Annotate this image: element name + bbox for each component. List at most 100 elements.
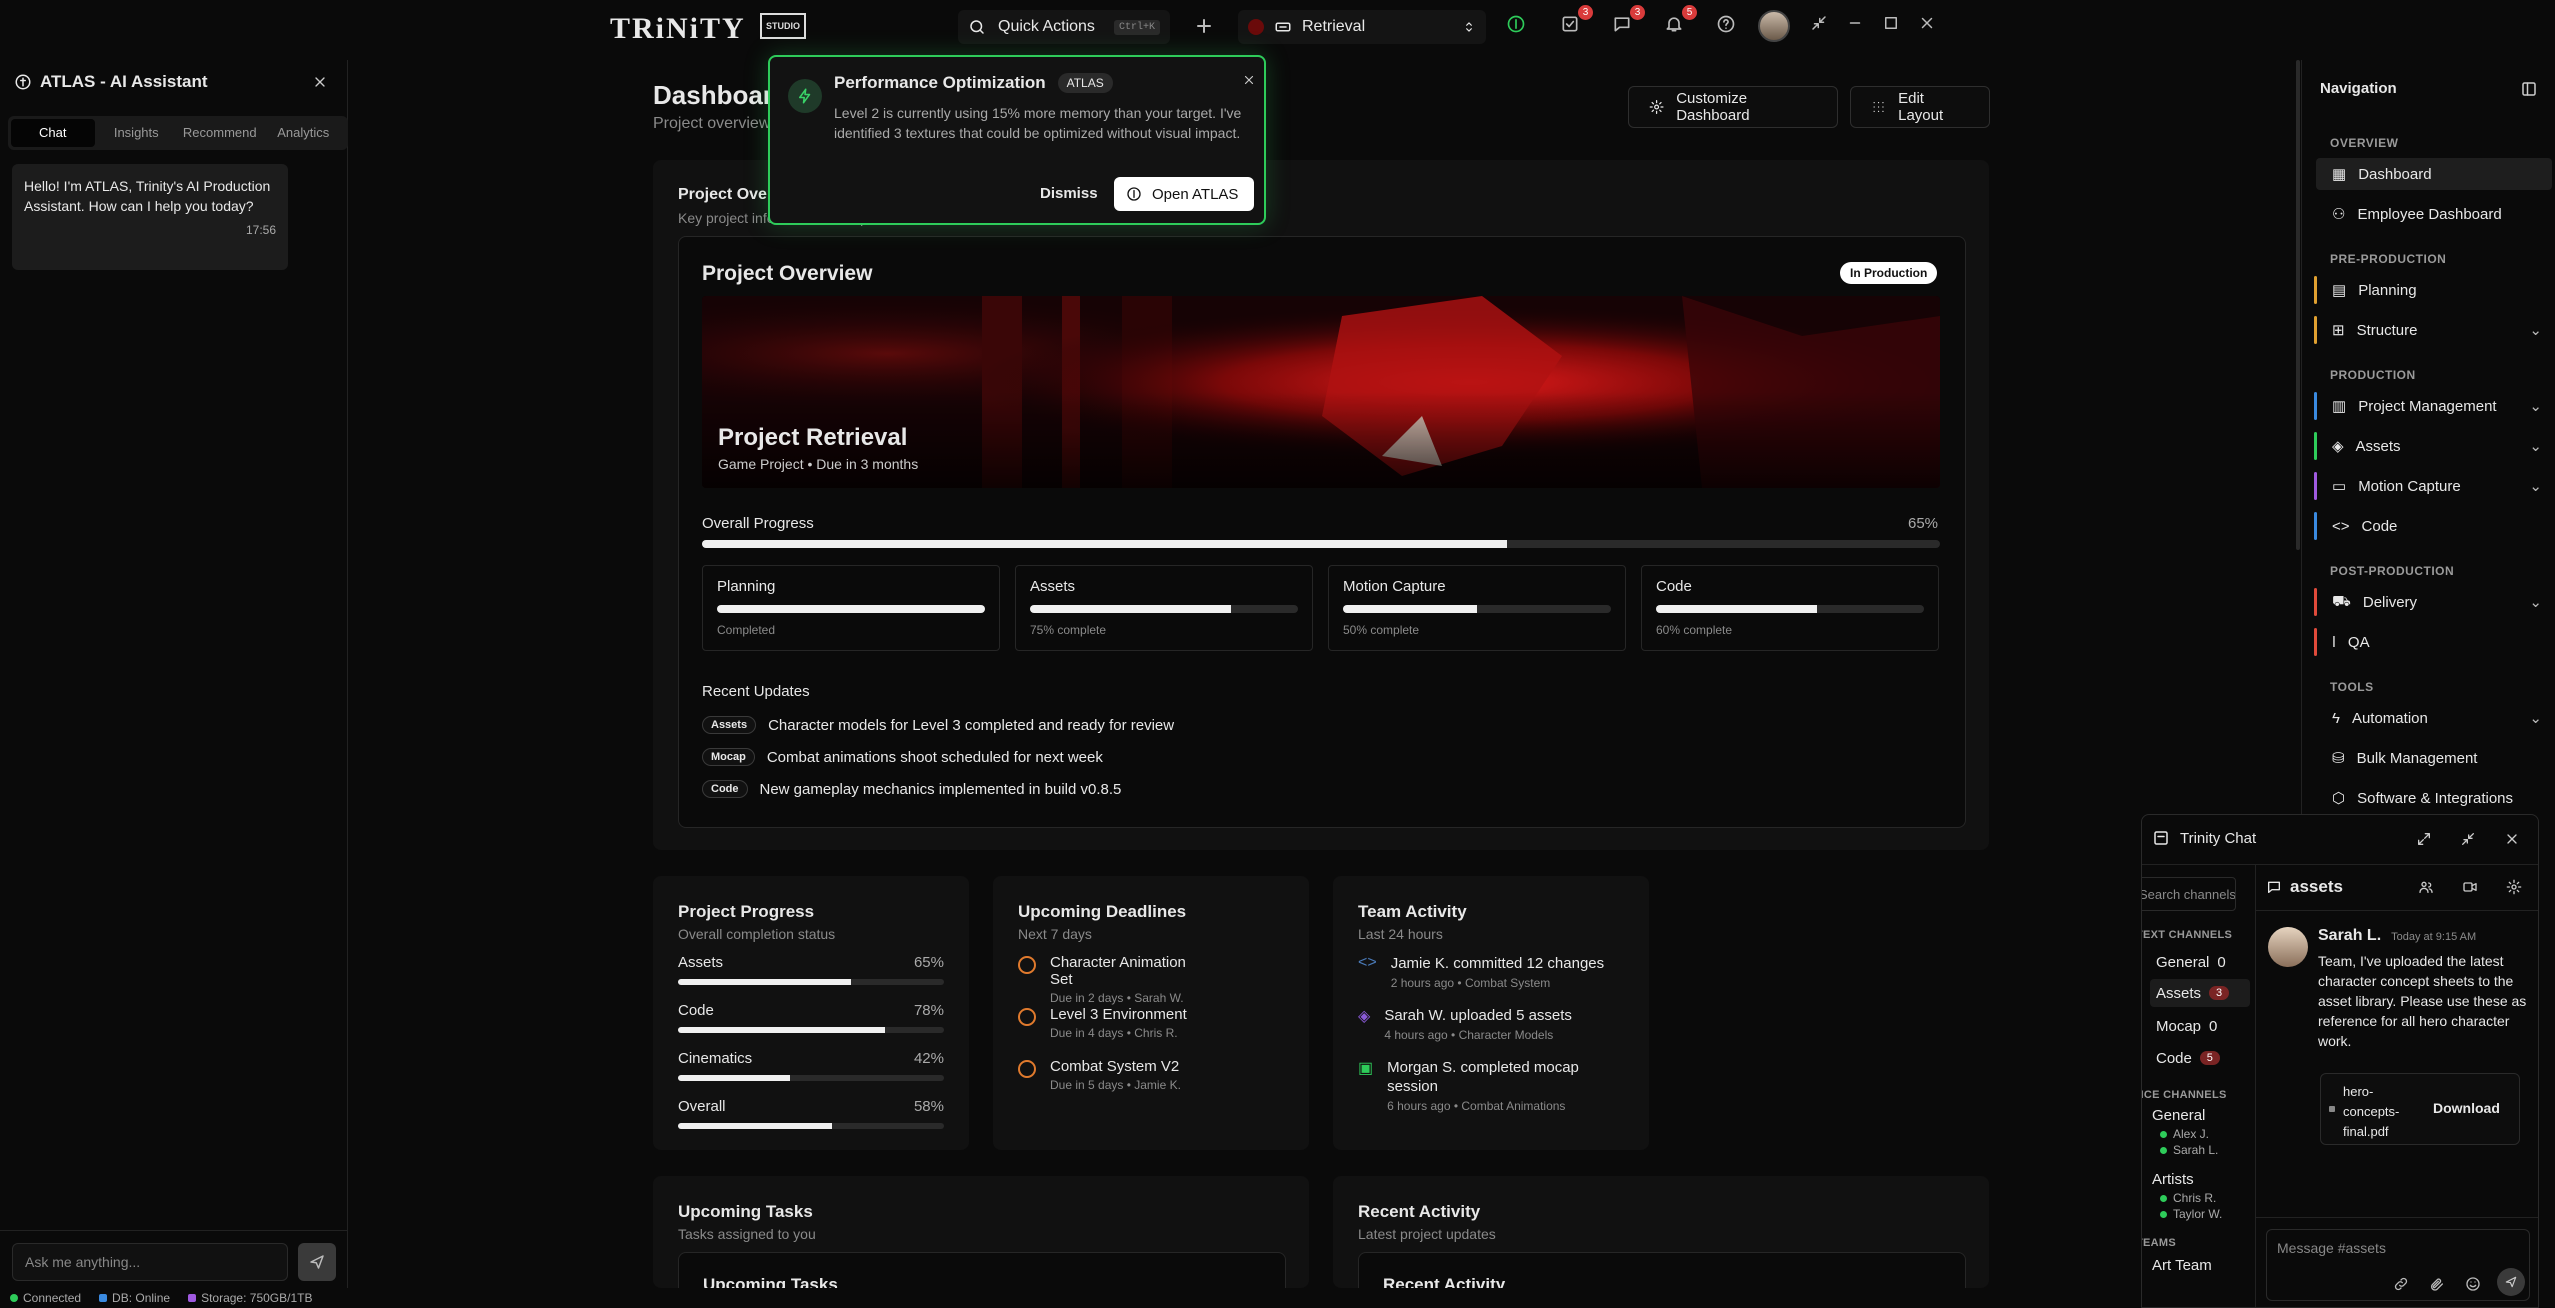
deadline-item[interactable]: Level 3 Environment Due in 4 days • Chris…	[1018, 1006, 1198, 1040]
connection-status: Connected	[10, 1291, 81, 1305]
channel-code[interactable]: Code 5	[2156, 1045, 2248, 1071]
sidebar-item-bulk-management[interactable]: ⛁ Bulk Management	[2316, 742, 2552, 774]
paperclip-icon[interactable]	[2429, 1276, 2445, 1292]
sidebar-item-employee-dashboard[interactable]: ⚇ Employee Dashboard	[2316, 198, 2552, 230]
deadline-title: Combat System V2	[1050, 1058, 1180, 1075]
tasks-icon[interactable]: 3	[1560, 5, 1593, 38]
channel-name: Assets	[2156, 984, 2202, 1002]
deadlines-subtitle: Next 7 days	[1018, 926, 1092, 942]
clock-icon	[1018, 956, 1036, 974]
channel-count: 0	[2217, 953, 2226, 971]
sidebar-item-structure[interactable]: ⊞ Structure ⌄	[2314, 314, 2552, 346]
nav-label: Motion Capture	[2358, 477, 2461, 495]
progress-row-value: 78%	[913, 1002, 944, 1019]
file-icon	[2329, 1106, 2335, 1112]
stage-status: Completed	[717, 623, 776, 637]
voice-channel-general[interactable]: General	[2152, 1107, 2205, 1124]
sidebar-item-dashboard[interactable]: ▦ Dashboard	[2316, 158, 2552, 190]
atlas-tabs: Chat Insights Recommend Analytics	[8, 116, 348, 150]
sidebar-item-project-management[interactable]: ▥ Project Management ⌄	[2314, 390, 2552, 422]
sidebar-item-planning[interactable]: ▤ Planning	[2314, 274, 2552, 306]
emoji-icon[interactable]	[2465, 1276, 2481, 1292]
stage-progress-fill	[1030, 605, 1231, 613]
update-text: Combat animations shoot scheduled for ne…	[766, 748, 1103, 766]
window-close-icon[interactable]	[1918, 14, 1942, 38]
open-atlas-button[interactable]: Open ATLAS	[1114, 177, 1254, 211]
channel-mocap[interactable]: Mocap 0	[2156, 1013, 2248, 1039]
close-icon[interactable]	[312, 74, 328, 90]
popup-tag: ATLAS	[1057, 73, 1113, 93]
assistant-message: Hello! I'm ATLAS, Trinity's AI Productio…	[12, 164, 288, 270]
messages-icon[interactable]: 3	[1612, 5, 1645, 38]
clock-icon	[1018, 1008, 1036, 1026]
sidebar-item-automation[interactable]: ϟ Automation ⌄	[2316, 702, 2552, 734]
edit-layout-button[interactable]: Edit Layout	[1850, 86, 1990, 128]
update-tag: Assets	[702, 716, 757, 734]
window-minimize-icon[interactable]	[1846, 14, 1870, 38]
message-input[interactable]: Message #assets	[2277, 1240, 2386, 1256]
users-icon[interactable]	[2418, 879, 2434, 895]
stage-card-motion-capture: Motion Capture 50% complete	[1328, 565, 1626, 651]
help-icon[interactable]	[1716, 14, 1740, 38]
collapse-icon[interactable]	[2460, 831, 2476, 847]
tab-chat[interactable]: Chat	[11, 119, 95, 147]
sidebar-item-assets[interactable]: ◈ Assets ⌄	[2314, 430, 2552, 462]
voice-user: Chris R.	[2160, 1191, 2216, 1205]
expand-icon[interactable]	[2416, 831, 2432, 847]
customize-dashboard-button[interactable]: Customize Dashboard	[1628, 86, 1838, 128]
sidebar-item-delivery[interactable]: ⛟ Delivery ⌄	[2314, 586, 2552, 618]
close-icon[interactable]	[1242, 73, 1256, 87]
channel-general[interactable]: General 0	[2156, 949, 2248, 975]
lightning-icon	[788, 79, 822, 113]
window-maximize-icon[interactable]	[1882, 14, 1906, 38]
chevron-down-icon: ⌄	[2529, 438, 2542, 455]
project-overview-title: Project Overview	[702, 262, 873, 285]
sidebar-item-motion-capture[interactable]: ▭ Motion Capture ⌄	[2314, 470, 2552, 502]
nav-scrollbar[interactable]	[2296, 60, 2300, 550]
download-button[interactable]: Download	[2433, 1100, 2500, 1116]
plus-icon[interactable]	[1192, 14, 1216, 38]
project-selector[interactable]: Retrieval	[1238, 10, 1486, 44]
stage-card-planning: Planning Completed	[702, 565, 1000, 651]
minimize-panel-icon[interactable]	[1810, 14, 1834, 38]
link-icon[interactable]	[2393, 1276, 2409, 1292]
activity-meta: 2 hours ago • Combat System	[1390, 976, 1551, 990]
nav-label: Bulk Management	[2356, 749, 2478, 767]
deadline-item[interactable]: Character Animation Set Due in 2 days • S…	[1018, 954, 1198, 1005]
upcoming-tasks-inner-title: Upcoming Tasks	[703, 1275, 838, 1288]
tab-recommend[interactable]: Recommend	[178, 119, 262, 147]
dismiss-button[interactable]: Dismiss	[1040, 185, 1098, 202]
activity-meta: 4 hours ago • Character Models	[1384, 1028, 1554, 1042]
channel-assets[interactable]: Assets 3	[2150, 979, 2250, 1007]
message-author: Sarah L.	[2318, 927, 2382, 944]
progress-row: Code 78%	[678, 1002, 944, 1033]
chevron-down-icon: ⌄	[2529, 398, 2542, 415]
tab-insights[interactable]: Insights	[95, 119, 179, 147]
send-button[interactable]	[2497, 1268, 2525, 1296]
section-production: PRODUCTION	[2330, 368, 2416, 382]
sidebar-item-software[interactable]: ⬡ Software & Integrations	[2316, 782, 2552, 814]
atlas-status-icon[interactable]	[1506, 14, 1530, 38]
nav-label: Software & Integrations	[2357, 789, 2514, 807]
top-bar: TRiNiTY STUDIO Quick Actions Ctrl+K Retr…	[0, 0, 2555, 54]
team-art[interactable]: Art Team	[2152, 1257, 2212, 1274]
file-attachment[interactable]: hero-concepts-final.pdf Download	[2320, 1073, 2520, 1145]
sidebar-toggle-icon[interactable]	[2520, 80, 2538, 98]
gear-icon[interactable]	[2506, 879, 2522, 895]
ask-input[interactable]: Ask me anything...	[12, 1243, 288, 1281]
sidebar-item-qa[interactable]: ǀ QA	[2314, 626, 2552, 658]
search-channels-input[interactable]: Search channels...	[2142, 877, 2236, 911]
send-button[interactable]	[298, 1243, 336, 1281]
quick-actions-button[interactable]: Quick Actions Ctrl+K	[958, 10, 1170, 44]
close-icon[interactable]	[2504, 831, 2520, 847]
video-icon[interactable]	[2462, 879, 2478, 895]
page-subtitle: Project overview	[653, 115, 771, 132]
voice-channel-artists[interactable]: Artists	[2152, 1171, 2194, 1188]
deadline-item[interactable]: Combat System V2 Due in 5 days • Jamie K.	[1018, 1058, 1198, 1092]
avatar[interactable]	[1758, 10, 1790, 42]
avatar	[2268, 927, 2308, 967]
tab-analytics[interactable]: Analytics	[262, 119, 346, 147]
sidebar-item-code[interactable]: <> Code	[2314, 510, 2552, 542]
recent-activity-panel: Recent Activity	[1358, 1252, 1966, 1288]
bell-icon[interactable]: 5	[1664, 5, 1697, 38]
